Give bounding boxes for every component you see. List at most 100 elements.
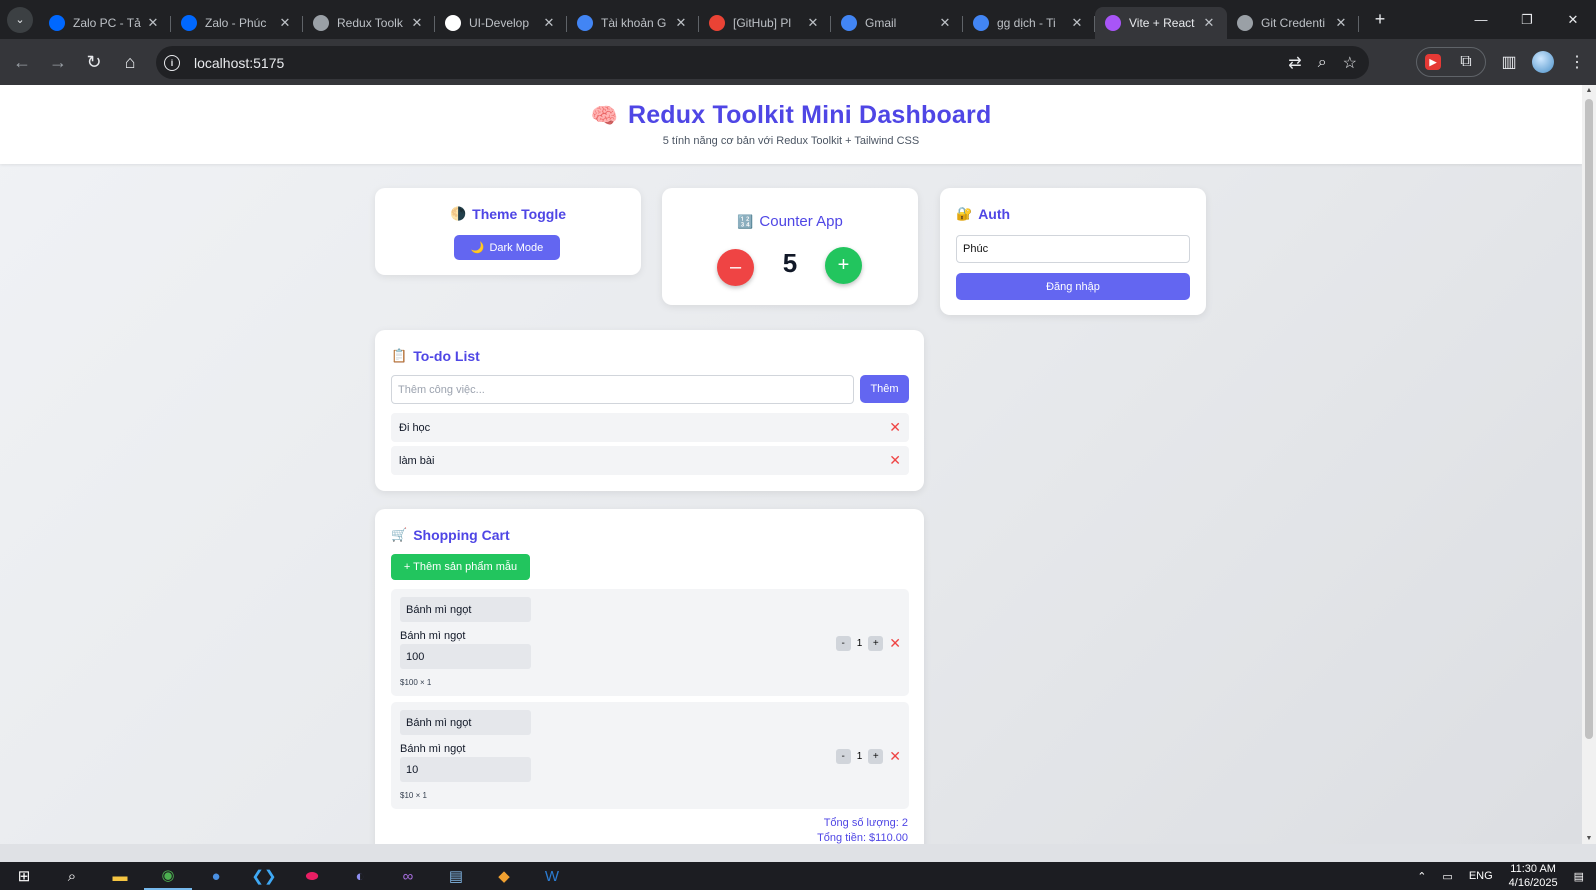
sourcetree-icon[interactable]: ◆ [480, 862, 528, 890]
todo-input[interactable] [391, 375, 854, 404]
product-name-field[interactable]: Bánh mì ngọt [400, 710, 531, 735]
back-icon[interactable]: ← [4, 44, 40, 80]
cart-item: Bánh mì ngọt Bánh mì ngọt 10 $10 × 1 - 1… [391, 702, 909, 809]
visual-studio-icon[interactable]: ∞ [384, 862, 432, 890]
quantity-decrease-button[interactable]: - [835, 749, 851, 764]
close-tab-icon[interactable]: ✕ [1333, 15, 1349, 31]
quantity-decrease-button[interactable]: - [835, 636, 851, 651]
browser-tab[interactable]: gg dịch - Ti ✕ [963, 7, 1095, 39]
extension-icon[interactable]: ▶ [1425, 54, 1441, 70]
forward-icon[interactable]: → [40, 44, 76, 80]
product-price-field[interactable]: 100 [400, 644, 531, 669]
language-indicator[interactable]: ENG [1469, 870, 1493, 882]
browser-tab-title: Tài khoản G [601, 16, 667, 30]
tab-separator [1358, 16, 1359, 32]
extensions-puzzle-icon[interactable]: ⧉ [1455, 53, 1477, 71]
browser-tab-title: Zalo - Phúc [205, 16, 267, 30]
scroll-up-arrow-icon[interactable]: ▲ [1582, 87, 1596, 94]
close-window-icon[interactable]: ✕ [1550, 0, 1596, 39]
network-icon[interactable]: ▭ [1442, 870, 1452, 883]
zoom-icon[interactable]: ⌕ [1318, 54, 1327, 72]
windows-start-icon[interactable]: ⊞ [0, 862, 48, 890]
address-bar[interactable]: i localhost:5175 ⇄ ⌕ ☆ [156, 46, 1369, 79]
close-tab-icon[interactable]: ✕ [541, 15, 557, 31]
google-icon [841, 15, 857, 31]
app-icon[interactable]: ⬬ [288, 862, 336, 890]
bookmark-star-icon[interactable]: ☆ [1343, 53, 1357, 73]
restore-icon[interactable]: ❐ [1504, 0, 1550, 39]
browser-tab[interactable]: Tài khoản G ✕ [567, 7, 699, 39]
word-icon[interactable]: W [528, 862, 576, 890]
eclipse-icon[interactable]: ◐ [336, 862, 384, 890]
chrome-icon[interactable]: ◉ [144, 862, 192, 890]
close-tab-icon[interactable]: ✕ [277, 15, 293, 31]
zalo-app-icon[interactable]: ● [192, 862, 240, 890]
close-tab-icon[interactable]: ✕ [937, 15, 953, 31]
browser-tab[interactable]: [GitHub] Pl ✕ [699, 7, 831, 39]
auth-card-title: Auth [978, 206, 1011, 222]
browser-tab[interactable]: Redux Toolk ✕ [303, 7, 435, 39]
new-tab-button[interactable]: + [1365, 9, 1395, 30]
dark-mode-button[interactable]: 🌙 Dark Mode [454, 235, 560, 260]
notifications-icon[interactable]: ▤ [1574, 870, 1584, 883]
browser-tab[interactable]: UI-Develop ✕ [435, 7, 567, 39]
browser-tab[interactable]: Gmail ✕ [831, 7, 963, 39]
delete-todo-icon[interactable]: ✕ [889, 419, 901, 436]
browser-tab-title: Gmail [865, 16, 897, 30]
quantity-increase-button[interactable]: + [868, 636, 884, 651]
cart-item: Bánh mì ngọt Bánh mì ngọt 100 $100 × 1 -… [391, 589, 909, 696]
side-panel-icon[interactable]: ▥ [1498, 52, 1520, 72]
decrement-button[interactable]: – [717, 249, 754, 286]
login-button[interactable]: Đăng nhập [956, 273, 1190, 300]
address-url[interactable]: localhost:5175 [194, 55, 284, 71]
google-icon [973, 15, 989, 31]
profile-avatar[interactable] [1532, 51, 1554, 73]
close-tab-icon[interactable]: ✕ [409, 15, 425, 31]
menu-kebab-icon[interactable]: ⋮ [1566, 52, 1588, 72]
tab-search-button[interactable]: ⌄ [7, 6, 33, 33]
delete-todo-icon[interactable]: ✕ [889, 452, 901, 469]
browser-tab[interactable]: Zalo - Phúc ✕ [171, 7, 303, 39]
product-price-field[interactable]: 10 [400, 757, 531, 782]
reload-icon[interactable]: ↻ [76, 44, 112, 80]
translate-icon[interactable]: ⇄ [1288, 53, 1301, 73]
clipboard-icon: 📋 [391, 348, 408, 363]
browser-tab[interactable]: Zalo PC - Tả ✕ [39, 7, 171, 39]
scrollbar-thumb[interactable] [1585, 99, 1593, 739]
todo-card-title: To-do List [413, 348, 480, 364]
quantity-increase-button[interactable]: + [868, 749, 884, 764]
home-icon[interactable]: ⌂ [112, 44, 148, 80]
product-name-field[interactable]: Bánh mì ngọt [400, 597, 531, 622]
page-scrollbar[interactable]: ▲ ▼ [1582, 85, 1596, 844]
add-todo-button[interactable]: Thêm [860, 375, 909, 403]
minimize-icon[interactable]: — [1458, 0, 1504, 39]
browser-tab-title: Redux Toolk [337, 16, 403, 30]
remove-item-icon[interactable]: ✕ [889, 635, 901, 652]
close-tab-icon[interactable]: ✕ [805, 15, 821, 31]
username-input[interactable] [956, 235, 1190, 263]
scroll-down-arrow-icon[interactable]: ▼ [1582, 835, 1596, 842]
search-icon[interactable]: ⌕ [48, 862, 96, 890]
browser-toolbar: ← → ↻ ⌂ i localhost:5175 ⇄ ⌕ ☆ ▶ ⧉ ▥ ⋮ [0, 39, 1596, 85]
add-sample-product-button[interactable]: + Thêm sản phẩm mẫu [391, 554, 530, 580]
windows-taskbar: ⊞ ⌕ ▬ ◉ ● ❮❯ ⬬ ◐ ∞ ▤ ◆ W ⌃ ▭ ENG 11:30 A… [0, 862, 1596, 890]
close-tab-icon[interactable]: ✕ [673, 15, 689, 31]
file-explorer-icon[interactable]: ▬ [96, 862, 144, 890]
tray-chevron-icon[interactable]: ⌃ [1417, 870, 1426, 883]
product-name-label: Bánh mì ngọt [400, 630, 466, 642]
increment-button[interactable]: + [825, 247, 862, 284]
vscode-icon[interactable]: ❮❯ [240, 862, 288, 890]
close-tab-icon[interactable]: ✕ [145, 15, 161, 31]
quantity-value: 1 [856, 751, 863, 762]
browser-tab[interactable]: Vite + React ✕ [1095, 7, 1227, 39]
site-info-icon[interactable]: i [164, 54, 180, 71]
browser-tab[interactable]: Git Credenti ✕ [1227, 7, 1359, 39]
browser-tab-title: Vite + React [1129, 16, 1195, 30]
app-window-icon[interactable]: ▤ [432, 862, 480, 890]
close-tab-icon[interactable]: ✕ [1069, 15, 1085, 31]
todo-item-label: Đi học [399, 421, 431, 434]
quantity-value: 1 [856, 638, 863, 649]
clock[interactable]: 11:30 AM 4/16/2025 [1509, 862, 1558, 890]
close-tab-icon[interactable]: ✕ [1201, 15, 1217, 31]
remove-item-icon[interactable]: ✕ [889, 748, 901, 765]
